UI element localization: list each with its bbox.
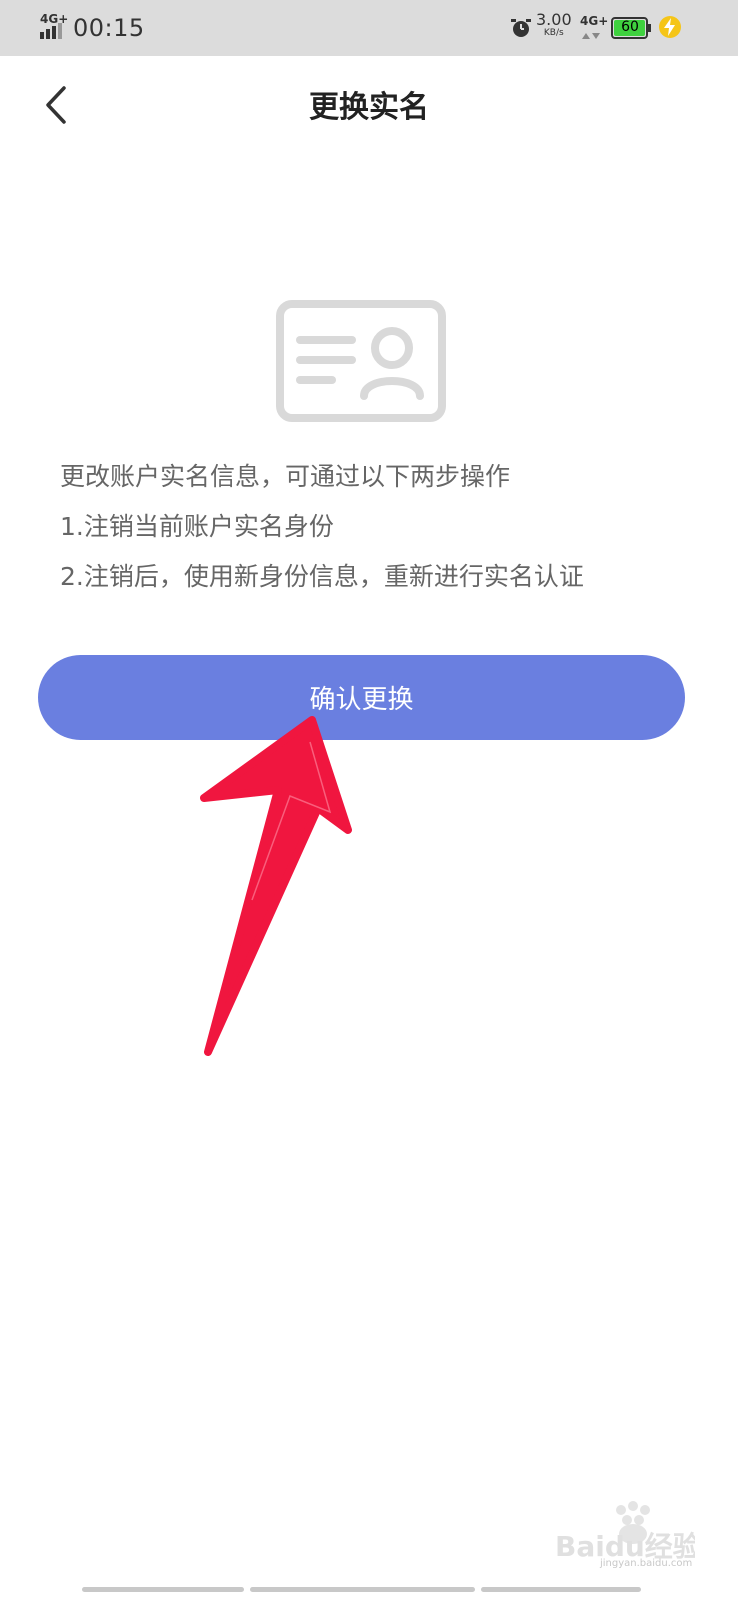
network-type-right-label: 4G+ — [580, 14, 609, 28]
network-type-right: 4G+ — [580, 14, 609, 40]
description-step-2: 2.注销后，使用新身份信息，重新进行实名认证 — [60, 562, 584, 591]
network-type-label: 4G+ — [40, 12, 69, 26]
status-bar: 4G+ 00:15 3.00 KB/s 4G+ 60 — [0, 0, 738, 56]
description-intro: 更改账户实名信息，可通过以下两步操作 — [60, 462, 511, 491]
nav-bar-left[interactable] — [82, 1587, 244, 1592]
nav-bar-center[interactable] — [250, 1587, 475, 1592]
id-card-icon — [276, 300, 446, 422]
data-arrows-icon — [582, 33, 600, 39]
nav-bar-right[interactable] — [481, 1587, 641, 1592]
page-title: 更换实名 — [309, 90, 429, 125]
network-speed-value: 3.00 — [536, 10, 572, 29]
status-time: 00:15 — [73, 14, 145, 42]
network-speed-unit: KB/s — [543, 28, 564, 38]
red-arrow-annotation — [200, 716, 352, 1056]
battery-level: 60 — [621, 19, 639, 35]
description-step-1: 1.注销当前账户实名身份 — [60, 512, 334, 541]
network-speed: 3.00 KB/s — [536, 10, 572, 39]
description: 更改账户实名信息，可通过以下两步操作 1.注销当前账户实名身份 2.注销后，使用… — [60, 452, 700, 602]
charging-icon — [659, 16, 681, 38]
watermark-url: jingyan.baidu.com — [600, 1558, 693, 1569]
alarm-icon — [511, 19, 531, 37]
